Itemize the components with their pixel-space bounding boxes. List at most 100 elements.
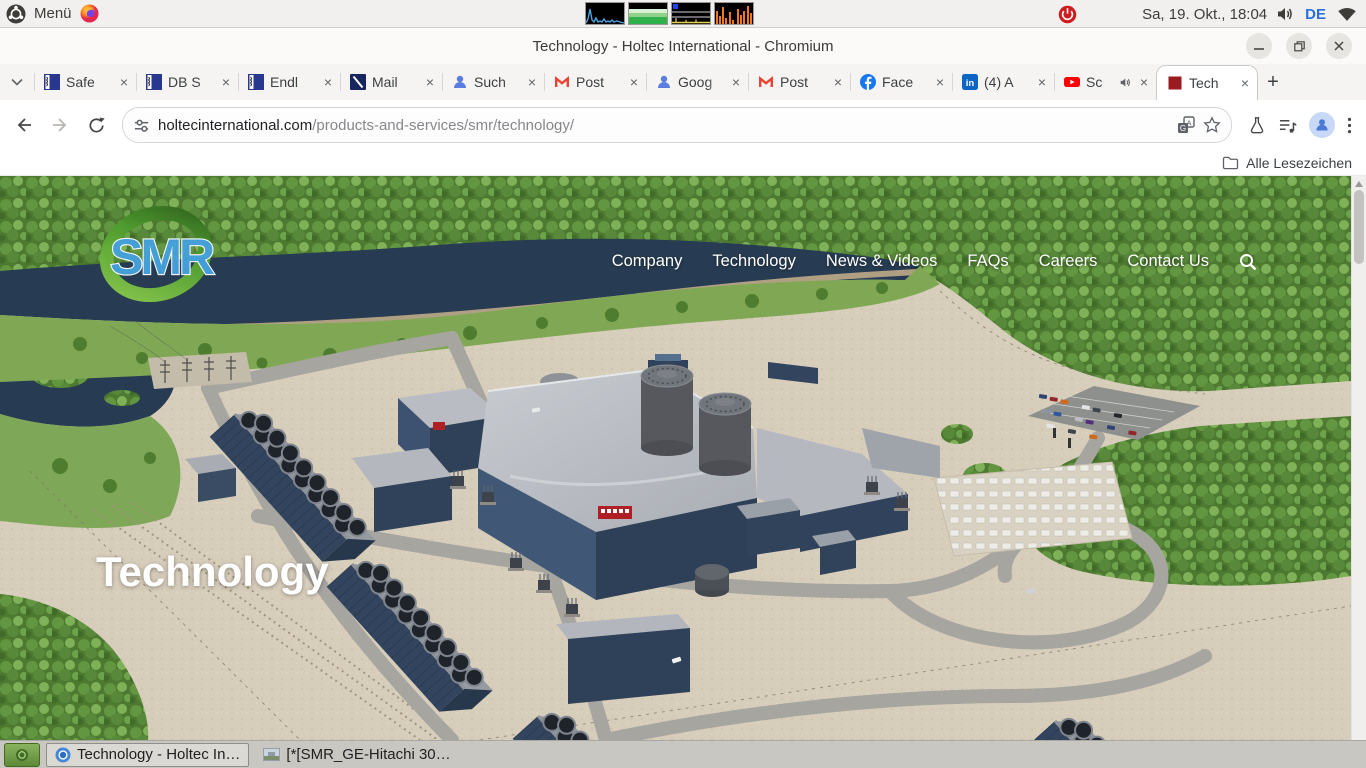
nav-faqs[interactable]: FAQs	[967, 252, 1008, 271]
tab-db[interactable]: DB S ×	[136, 64, 238, 100]
tab-youtube[interactable]: Sc ×	[1054, 64, 1156, 100]
tab-posteingang-1[interactable]: Post ×	[544, 64, 646, 100]
memory-monitor-applet[interactable]	[628, 2, 668, 25]
nav-contact-us[interactable]: Contact Us	[1127, 252, 1209, 271]
url-domain: holtecinternational.com	[158, 117, 312, 134]
tab-suche[interactable]: Such ×	[442, 64, 544, 100]
tab-close-icon[interactable]: ×	[1036, 75, 1048, 89]
reload-button[interactable]	[80, 109, 112, 141]
tab-label: Face	[882, 74, 928, 90]
tab-close-icon[interactable]: ×	[220, 75, 232, 89]
menu-label[interactable]: Menü	[34, 5, 72, 22]
translate-icon[interactable]: AG	[1177, 116, 1195, 134]
taskbar-item-label: [*[SMR_GE-Hitachi 30…	[286, 746, 450, 763]
page-title: Technology	[96, 548, 329, 596]
url-text[interactable]: holtecinternational.com/products-and-ser…	[158, 117, 1169, 134]
scrollbar-up-arrow[interactable]	[1355, 181, 1363, 187]
panel-clock[interactable]: Sa, 19. Okt., 18:04	[1142, 6, 1267, 23]
tab-search-chevron-icon[interactable]	[0, 64, 34, 100]
tab-facebook[interactable]: Face ×	[850, 64, 952, 100]
show-desktop-button[interactable]	[4, 743, 40, 767]
cpu-monitor-applet[interactable]	[585, 2, 625, 25]
tab-close-icon[interactable]: ×	[118, 75, 130, 89]
tab-close-icon[interactable]: ×	[934, 75, 946, 89]
close-button[interactable]	[1326, 33, 1352, 59]
taskbar-item-label: Technology - Holtec In…	[77, 746, 240, 763]
tab-label: Post	[576, 74, 622, 90]
restore-button[interactable]	[1286, 33, 1312, 59]
smr-logo[interactable]: SMR	[96, 200, 216, 306]
tab-safe[interactable]: Safe ×	[34, 64, 136, 100]
tab-technology-active[interactable]: Tech ×	[1156, 65, 1258, 100]
site-navigation: Company Technology News & Videos FAQs Ca…	[612, 252, 1257, 271]
facebook-icon	[860, 74, 876, 90]
taskbar: Technology - Holtec In… [*[SMR_GE-Hitach…	[0, 740, 1366, 768]
desktop: Menü Sa, 19. Okt., 18:04	[0, 0, 1366, 768]
all-bookmarks-label[interactable]: Alle Lesezeichen	[1246, 155, 1352, 171]
tab-close-icon[interactable]: ×	[1239, 76, 1251, 90]
disk-monitor-applet[interactable]	[671, 2, 711, 25]
system-monitor-applets[interactable]	[585, 2, 754, 25]
taskbar-item-chromium[interactable]: Technology - Holtec In…	[46, 743, 249, 767]
site-search-icon[interactable]	[1239, 253, 1257, 271]
taskbar-item-image-viewer[interactable]: [*[SMR_GE-Hitachi 30…	[255, 744, 458, 766]
window-title: Technology - Holtec International - Chro…	[0, 38, 1366, 55]
page-viewport: SMR Company Technology News & Videos FAQ…	[0, 176, 1351, 740]
tab-linkedin[interactable]: in (4) A ×	[952, 64, 1054, 100]
bund-icon	[44, 74, 60, 90]
media-controls-icon[interactable]	[1278, 117, 1297, 134]
firefox-icon[interactable]	[80, 4, 99, 23]
network-icon[interactable]	[1336, 6, 1358, 23]
bund-icon	[248, 74, 264, 90]
tab-label: Safe	[66, 74, 112, 90]
keyboard-layout-indicator[interactable]: DE	[1305, 6, 1326, 23]
tab-close-icon[interactable]: ×	[628, 75, 640, 89]
tab-close-icon[interactable]: ×	[322, 75, 334, 89]
nav-careers[interactable]: Careers	[1039, 252, 1098, 271]
linkedin-icon: in	[962, 74, 978, 90]
power-icon[interactable]	[1057, 4, 1078, 25]
tab-audio-icon[interactable]	[1120, 77, 1132, 88]
volume-icon[interactable]	[1277, 6, 1295, 22]
distro-logo-icon[interactable]	[6, 4, 26, 24]
network-monitor-applet[interactable]	[714, 2, 754, 25]
gmail-icon	[758, 74, 774, 90]
nav-news-videos[interactable]: News & Videos	[826, 252, 938, 271]
smr-logo-text: SMR	[110, 229, 215, 285]
url-path: /products-and-services/smr/technology/	[312, 117, 574, 134]
tab-close-icon[interactable]: ×	[832, 75, 844, 89]
tab-label: Goog	[678, 74, 724, 90]
gmail-icon	[554, 74, 570, 90]
browser-menu-icon[interactable]	[1347, 117, 1352, 134]
tab-close-icon[interactable]: ×	[730, 75, 742, 89]
forward-button[interactable]	[44, 109, 76, 141]
nav-company[interactable]: Company	[612, 252, 683, 271]
tab-close-icon[interactable]: ×	[1138, 75, 1150, 89]
tab-close-icon[interactable]: ×	[424, 75, 436, 89]
back-button[interactable]	[8, 109, 40, 141]
tab-label: Sc	[1086, 74, 1114, 90]
new-tab-button[interactable]: +	[1258, 64, 1288, 100]
bookmark-star-icon[interactable]	[1203, 116, 1221, 134]
tab-mail[interactable]: Mail ×	[340, 64, 442, 100]
address-bar[interactable]: holtecinternational.com/products-and-ser…	[122, 107, 1232, 143]
window-titlebar[interactable]: Technology - Holtec International - Chro…	[0, 28, 1366, 64]
nav-technology[interactable]: Technology	[712, 252, 795, 271]
scrollbar-thumb[interactable]	[1354, 190, 1364, 264]
tab-endlager[interactable]: Endl ×	[238, 64, 340, 100]
profile-avatar[interactable]	[1309, 112, 1335, 138]
page-scrollbar[interactable]	[1351, 176, 1366, 740]
tab-label: Endl	[270, 74, 316, 90]
minimize-button[interactable]	[1246, 33, 1272, 59]
tab-google[interactable]: Goog ×	[646, 64, 748, 100]
tab-posteingang-2[interactable]: Post ×	[748, 64, 850, 100]
svg-text:G: G	[1180, 124, 1186, 133]
mail-icon	[350, 74, 366, 90]
site-settings-icon[interactable]	[133, 117, 150, 134]
browser-toolbar: holtecinternational.com/products-and-ser…	[0, 100, 1366, 150]
tab-label: Tech	[1189, 75, 1233, 91]
bund-icon	[146, 74, 162, 90]
svg-text:in: in	[966, 78, 975, 89]
tab-close-icon[interactable]: ×	[526, 75, 538, 89]
experiments-flask-icon[interactable]	[1248, 116, 1266, 134]
